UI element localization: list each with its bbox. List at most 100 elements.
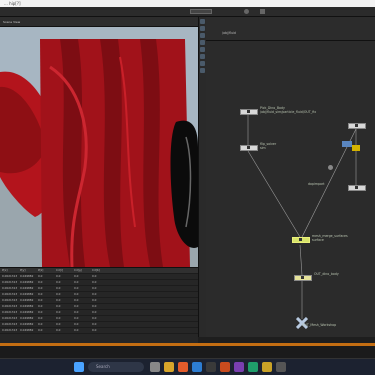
column-header[interactable]: Cd[g] <box>72 268 90 273</box>
table-cell: 0.0021313 <box>2 292 18 296</box>
tool-icon[interactable] <box>200 19 205 24</box>
tool-icon[interactable] <box>200 54 205 59</box>
node-body[interactable] <box>294 275 312 281</box>
app-icon[interactable] <box>206 362 216 372</box>
app-icon[interactable] <box>220 362 230 372</box>
app-icon[interactable] <box>164 362 174 372</box>
node-subtitle: surface <box>312 238 324 242</box>
table-cell: 0.0 <box>38 322 43 326</box>
table-cell: 0.0 <box>56 328 61 332</box>
table-cell: 0.0 <box>74 298 79 302</box>
table-cell: 0.0 <box>74 280 79 284</box>
geometry-spreadsheet[interactable]: P[x] P[y] P[z] Cd[r] Cd[g] Cd[b] 0.00213… <box>0 267 198 343</box>
table-cell: 0.049882 <box>20 274 34 278</box>
column-header[interactable]: Cd[b] <box>90 268 108 273</box>
node-body[interactable] <box>348 185 366 191</box>
network-node[interactable]: OUT_dino_body <box>294 272 339 281</box>
column-header[interactable]: P[x] <box>0 268 18 273</box>
node-body[interactable] <box>348 123 366 129</box>
table-cell: 0.0 <box>38 304 43 308</box>
network-node[interactable]: Pick_Dino_Body /obj/fluid_sim/particle_f… <box>240 106 316 115</box>
node-body[interactable] <box>240 109 258 115</box>
toolbar-field[interactable] <box>190 9 212 14</box>
windows-start-icon[interactable] <box>74 362 84 372</box>
table-cell: 0.049882 <box>20 292 34 296</box>
column-header[interactable]: Cd[r] <box>54 268 72 273</box>
table-cell: 0.0 <box>92 322 97 326</box>
tool-icon[interactable] <box>200 26 205 31</box>
table-cell: 0.049882 <box>20 310 34 314</box>
table-cell: 0.0021313 <box>2 316 18 320</box>
table-cell: 0.0021313 <box>2 304 18 308</box>
table-cell: 0.0021313 <box>2 274 18 278</box>
node-status-icon[interactable] <box>342 141 352 147</box>
table-cell: 0.0 <box>92 298 97 302</box>
app-icon[interactable] <box>276 362 286 372</box>
main-toolbar <box>0 7 375 17</box>
table-cell: 0.0 <box>92 328 97 332</box>
table-cell: 0.0 <box>38 280 43 284</box>
table-cell: 0.049882 <box>20 286 34 290</box>
node-status-icon[interactable] <box>352 145 360 151</box>
node-body[interactable] <box>240 145 258 151</box>
table-cell: 0.0 <box>92 274 97 278</box>
table-cell: 0.0 <box>38 316 43 320</box>
node-body[interactable] <box>292 237 310 243</box>
app-icon[interactable] <box>262 362 272 372</box>
network-node[interactable]: flip_solver sim <box>240 142 276 151</box>
table-cell: 0.0 <box>56 274 61 278</box>
node-subtitle: sim <box>260 146 266 150</box>
table-cell: 0.049882 <box>20 316 34 320</box>
app-icon[interactable] <box>248 362 258 372</box>
table-cell: 0.0 <box>56 316 61 320</box>
network-path[interactable]: /obj/fluid <box>222 31 236 35</box>
table-cell: 0.0 <box>74 292 79 296</box>
3d-viewport[interactable] <box>0 27 198 267</box>
table-cell: 0.049882 <box>20 298 34 302</box>
network-node[interactable] <box>348 123 366 129</box>
column-header[interactable]: P[y] <box>18 268 36 273</box>
tool-icon[interactable] <box>200 40 205 45</box>
table-cell: 0.0 <box>74 328 79 332</box>
network-editor[interactable]: Pick_Dino_Body /obj/fluid_sim/particle_f… <box>206 41 375 337</box>
node-status-icon[interactable] <box>328 165 333 170</box>
table-cell: 0.0 <box>92 304 97 308</box>
shelf-tools <box>198 17 206 337</box>
gear-icon[interactable] <box>244 9 249 14</box>
table-cell: 0.0021313 <box>2 328 18 332</box>
tool-icon[interactable] <box>200 33 205 38</box>
table-cell: 0.0 <box>56 280 61 284</box>
viewport-tab[interactable]: Scene View <box>0 17 23 27</box>
bell-icon[interactable] <box>260 9 265 14</box>
table-cell: 0.0 <box>74 274 79 278</box>
tool-icon[interactable] <box>200 47 205 52</box>
search-placeholder: Search <box>96 364 110 369</box>
tool-icon[interactable] <box>200 68 205 73</box>
table-row[interactable]: 0.0021313 0.049882 0.0 0.0 0.0 0.0 <box>0 328 198 334</box>
table-cell: 0.0 <box>74 322 79 326</box>
taskbar-search[interactable]: Search <box>88 362 144 372</box>
table-cell: 0.0 <box>92 310 97 314</box>
table-cell: 0.0 <box>56 322 61 326</box>
app-icon[interactable] <box>234 362 244 372</box>
table-cell: 0.0 <box>92 292 97 296</box>
table-cell: 0.0 <box>56 310 61 314</box>
table-cell: 0.0 <box>56 298 61 302</box>
table-cell: 0.0 <box>38 328 43 332</box>
network-node-selected[interactable]: mesh_merge_surfaces surface <box>292 234 348 243</box>
table-cell: 0.0 <box>74 286 79 290</box>
viewport-render <box>0 39 198 267</box>
window-title-bar: ... hip[?] <box>0 0 375 7</box>
app-icon[interactable] <box>192 362 202 372</box>
timeline-bar[interactable] <box>0 346 375 358</box>
column-header[interactable]: P[z] <box>36 268 54 273</box>
app-icon[interactable] <box>150 362 160 372</box>
network-node[interactable]: dopimport <box>308 182 366 191</box>
table-cell: 0.0 <box>74 304 79 308</box>
tool-icon[interactable] <box>200 61 205 66</box>
node-name: OUT_Mesh_Workshop <box>302 323 337 327</box>
table-cell: 0.0 <box>92 286 97 290</box>
app-icon[interactable] <box>178 362 188 372</box>
node-name: dopimport <box>308 182 325 186</box>
table-cell: 0.0021313 <box>2 286 18 290</box>
